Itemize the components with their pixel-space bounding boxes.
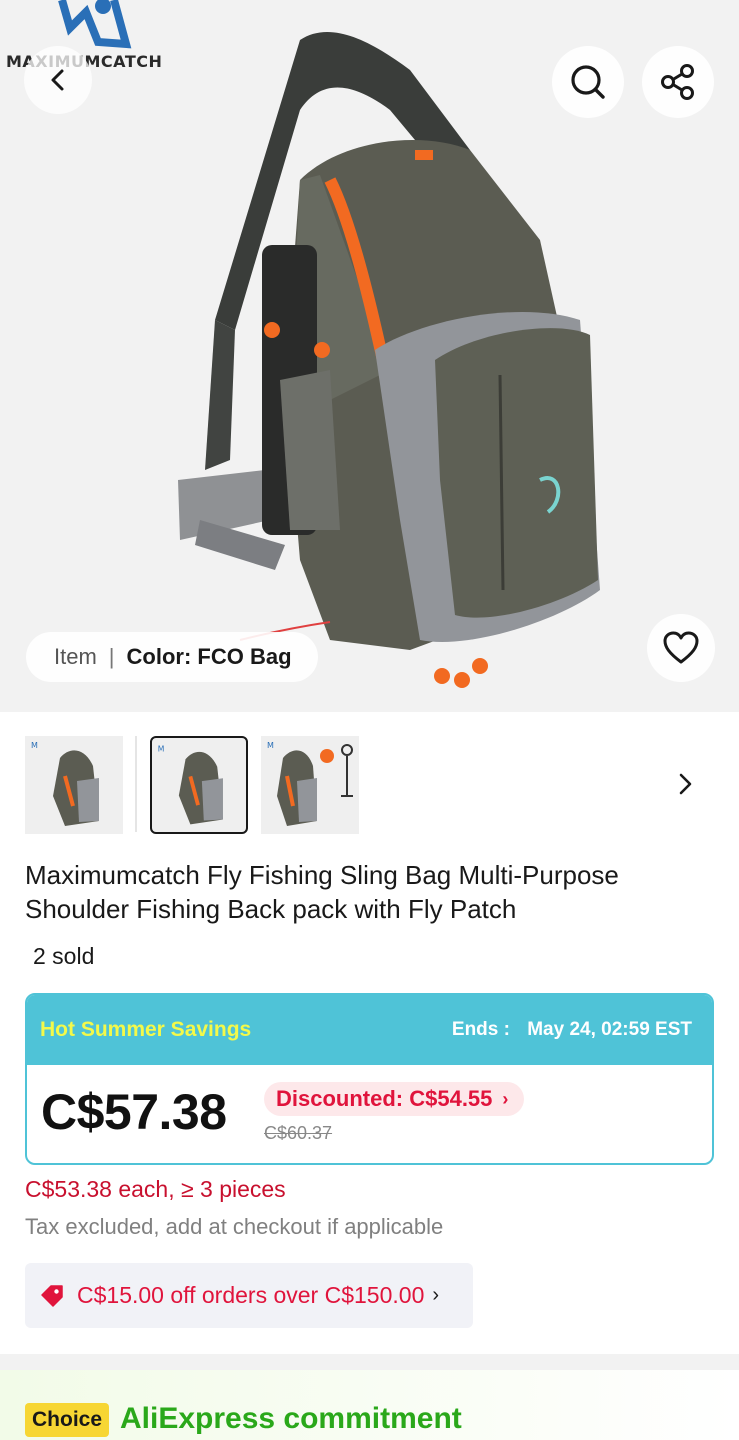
coupon-text: C$15.00 off orders over C$150.00: [77, 1282, 425, 1308]
share-icon: [661, 64, 694, 100]
share-button[interactable]: [642, 46, 714, 118]
promo-ends-label: Ends :: [451, 1019, 510, 1040]
promo-name: Hot Summer Savings: [40, 1018, 252, 1041]
chevron-right-icon: ›: [432, 1284, 440, 1306]
chevron-right-icon: [679, 773, 692, 795]
thumbnail-1[interactable]: M: [25, 736, 123, 834]
bulk-price: C$53.38 each, ≥ 3 pieces: [25, 1176, 286, 1202]
sold-count: 2 sold: [33, 943, 95, 969]
thumbnail-photo: M: [31, 741, 99, 826]
thumbnails-next-button[interactable]: [670, 764, 700, 804]
search-button[interactable]: [552, 46, 624, 118]
promo-price-box: Hot Summer Savings Ends : May 24, 02:59 …: [25, 993, 714, 1165]
variant-separator: |: [108, 644, 115, 669]
tag-icon: [41, 1284, 63, 1307]
thumbnail-photo: M: [158, 744, 223, 825]
svg-text:M: M: [158, 744, 165, 753]
thumbnail-divider: [135, 736, 137, 832]
variant-indicator[interactable]: Item | Color: FCO Bag: [26, 632, 318, 682]
thumbnail-2-selected[interactable]: M: [150, 736, 248, 834]
svg-text:M: M: [267, 741, 274, 750]
original-price: C$60.37: [264, 1123, 333, 1143]
promo-header: Hot Summer Savings Ends : May 24, 02:59 …: [27, 995, 712, 1065]
variant-color-label: Color: FCO Bag: [126, 644, 292, 669]
chevron-left-icon: [51, 69, 64, 91]
choice-badge: Choice: [25, 1403, 110, 1437]
heart-icon: [663, 631, 699, 664]
back-button[interactable]: [24, 46, 92, 114]
choice-commitment-banner[interactable]: Choice AliExpress commitment: [0, 1370, 739, 1440]
current-price: C$57.38: [41, 1084, 227, 1140]
thumbnail-strip: M M M: [0, 712, 739, 844]
section-divider: [0, 1354, 739, 1370]
svg-text:M: M: [31, 741, 38, 750]
store-coupon-button[interactable]: C$15.00 off orders over C$150.00 ›: [25, 1263, 473, 1328]
product-image-gallery[interactable]: MAXIMUMCATCH Item | Color: FCO Bag: [0, 0, 739, 712]
chevron-right-icon: ›: [502, 1088, 509, 1109]
search-icon: [571, 65, 605, 99]
discount-button[interactable]: Discounted: C$54.55 ›: [264, 1082, 525, 1116]
promo-end-time: Ends : May 24, 02:59 EST: [452, 1019, 692, 1041]
product-title: Maximumcatch Fly Fishing Sling Bag Multi…: [25, 860, 619, 924]
discount-text: Discounted: C$54.55: [276, 1086, 493, 1111]
tax-note: Tax excluded, add at checkout if applica…: [25, 1214, 444, 1239]
thumbnail-photo: M: [267, 741, 353, 826]
product-photo-sling-bag: [178, 31, 600, 688]
variant-item-label: Item: [54, 644, 97, 669]
promo-ends-value: May 24, 02:59 EST: [527, 1019, 692, 1040]
choice-title: AliExpress commitment: [120, 1402, 462, 1435]
wishlist-button[interactable]: [647, 614, 715, 682]
thumbnail-3[interactable]: M: [261, 736, 359, 834]
